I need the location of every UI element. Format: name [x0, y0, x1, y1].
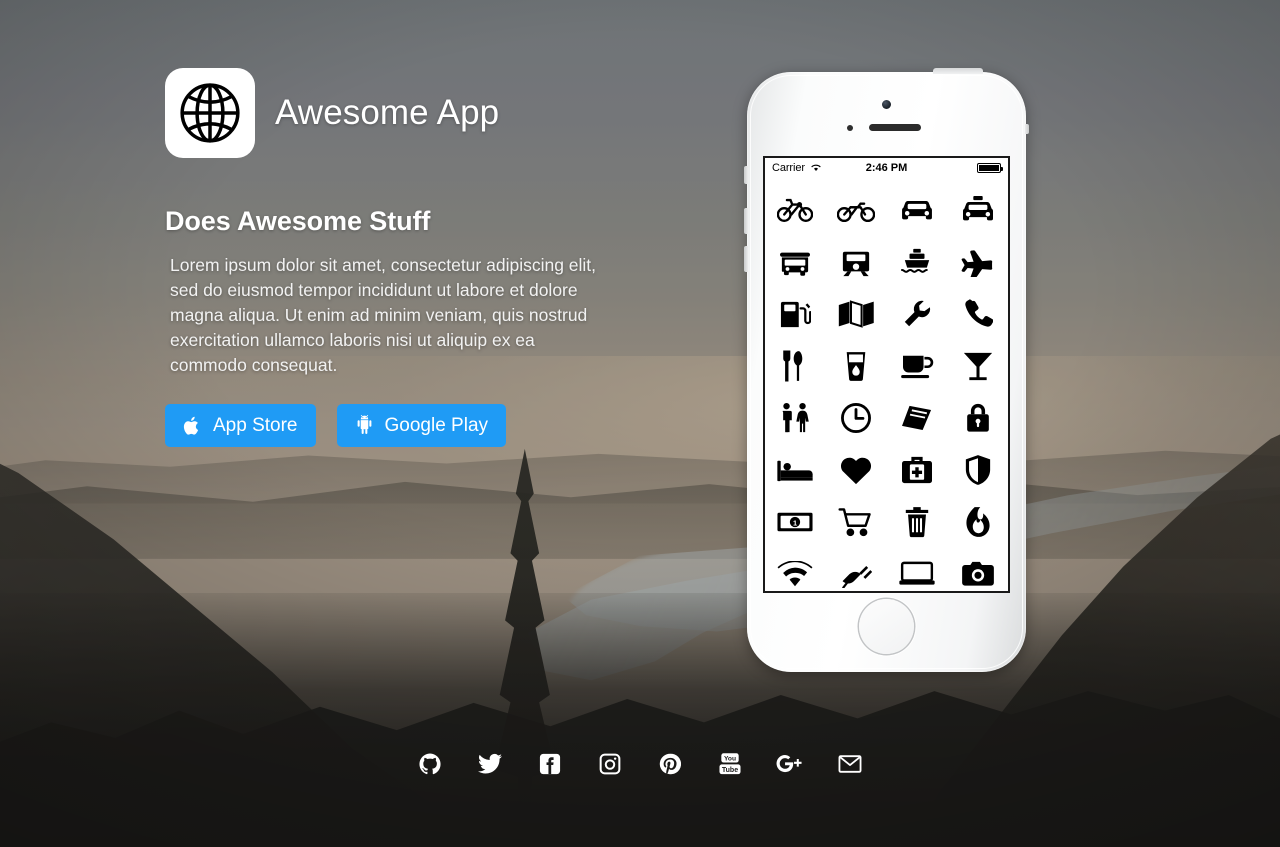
motorcycle-icon[interactable] — [837, 197, 876, 223]
clock-icon[interactable] — [840, 402, 872, 434]
shopping-cart-icon[interactable] — [838, 507, 874, 537]
envelope-icon — [838, 754, 862, 774]
app-store-button[interactable]: App Store — [165, 404, 316, 447]
github-icon — [419, 753, 441, 775]
facebook-icon — [539, 753, 561, 775]
fire-icon[interactable] — [964, 506, 992, 538]
globe-icon — [177, 80, 243, 146]
phone-sim-tray — [1025, 124, 1029, 134]
status-bar-left: Carrier — [772, 162, 822, 175]
phone-earpiece-speaker — [868, 124, 921, 131]
social-link-github[interactable] — [413, 748, 447, 780]
phone-front-camera — [882, 100, 891, 109]
pinterest-icon — [659, 753, 681, 775]
first-aid-icon[interactable] — [900, 455, 934, 485]
googleplus-icon — [776, 753, 804, 775]
bed-icon[interactable] — [776, 457, 814, 483]
social-link-youtube[interactable]: You Tube — [713, 748, 747, 780]
svg-text:You: You — [724, 755, 736, 762]
bicycle-icon[interactable] — [777, 197, 814, 223]
gas-pump-icon[interactable] — [779, 299, 812, 329]
svg-text:1: 1 — [793, 518, 797, 527]
restaurant-icon[interactable] — [781, 350, 809, 382]
phone-silent-switch[interactable] — [744, 166, 748, 184]
store-buttons: App Store Google Play — [165, 404, 635, 447]
laptop-icon[interactable] — [898, 561, 936, 587]
social-link-facebook[interactable] — [533, 748, 567, 780]
youtube-icon: You Tube — [718, 752, 742, 776]
cocktail-icon[interactable] — [962, 350, 994, 382]
taxi-icon[interactable] — [959, 195, 997, 225]
wifi-icon[interactable] — [777, 561, 813, 587]
ship-icon[interactable] — [899, 247, 935, 277]
social-link-instagram[interactable] — [593, 748, 627, 780]
twitter-icon — [478, 753, 502, 775]
page-title: Does Awesome Stuff — [165, 206, 431, 236]
social-link-email[interactable] — [833, 748, 867, 780]
map-icon[interactable] — [837, 300, 875, 328]
car-icon[interactable] — [898, 196, 936, 224]
shield-icon[interactable] — [964, 454, 992, 486]
power-plug-icon[interactable] — [840, 560, 873, 588]
social-link-twitter[interactable] — [473, 748, 507, 780]
landing-page: Awesome App Does Awesome Stuff Lorem ips… — [0, 0, 1280, 847]
battery-full-icon — [977, 163, 1003, 173]
train-icon[interactable] — [839, 247, 873, 277]
app-icon-tile — [165, 68, 255, 158]
wrench-icon[interactable] — [901, 299, 933, 329]
phone-mockup: Carrier 2:46 PM 1 — [744, 68, 1029, 672]
lock-icon[interactable] — [964, 402, 992, 434]
phone-screen: Carrier 2:46 PM 1 — [763, 156, 1010, 593]
phone-home-button[interactable] — [859, 599, 914, 654]
airplane-icon[interactable] — [961, 247, 995, 277]
instagram-icon — [599, 753, 621, 775]
social-links: You Tube — [0, 748, 1280, 780]
apple-icon — [183, 415, 202, 437]
restroom-icon[interactable] — [779, 402, 811, 434]
trash-icon[interactable] — [903, 506, 931, 538]
social-link-googleplus[interactable] — [773, 748, 807, 780]
page-content: Awesome App Does Awesome Stuff Lorem ips… — [0, 0, 1280, 847]
google-play-label: Google Play — [384, 414, 489, 436]
phone-icon[interactable] — [963, 299, 993, 329]
bus-icon[interactable] — [777, 247, 813, 277]
android-icon — [355, 415, 374, 436]
coffee-icon[interactable] — [899, 352, 935, 380]
drinking-water-icon[interactable] — [843, 350, 869, 382]
phone-volume-up-button[interactable] — [744, 208, 748, 234]
carrier-label: Carrier — [772, 162, 805, 174]
phone-volume-down-button[interactable] — [744, 246, 748, 272]
brand-header: Awesome App — [165, 68, 635, 158]
status-bar-right — [977, 163, 1003, 173]
brand-name: Awesome App — [275, 93, 500, 132]
hero-left-column: Awesome App Does Awesome Stuff Lorem ips… — [165, 68, 635, 447]
app-store-label: App Store — [213, 414, 298, 436]
phone-proximity-sensor — [846, 125, 853, 131]
wifi-icon — [810, 162, 822, 175]
svg-text:Tube: Tube — [722, 767, 738, 774]
camera-icon[interactable] — [960, 560, 996, 588]
google-play-button[interactable]: Google Play — [336, 404, 507, 447]
app-icon-grid: 1 — [765, 178, 1008, 591]
phone-power-button[interactable] — [933, 68, 983, 74]
hero-description: Lorem ipsum dolor sit amet, consectetur … — [170, 255, 597, 375]
status-bar: Carrier 2:46 PM — [765, 158, 1008, 178]
money-icon[interactable]: 1 — [776, 510, 814, 534]
heart-icon[interactable] — [839, 455, 873, 485]
book-icon[interactable] — [900, 403, 934, 433]
social-link-pinterest[interactable] — [653, 748, 687, 780]
